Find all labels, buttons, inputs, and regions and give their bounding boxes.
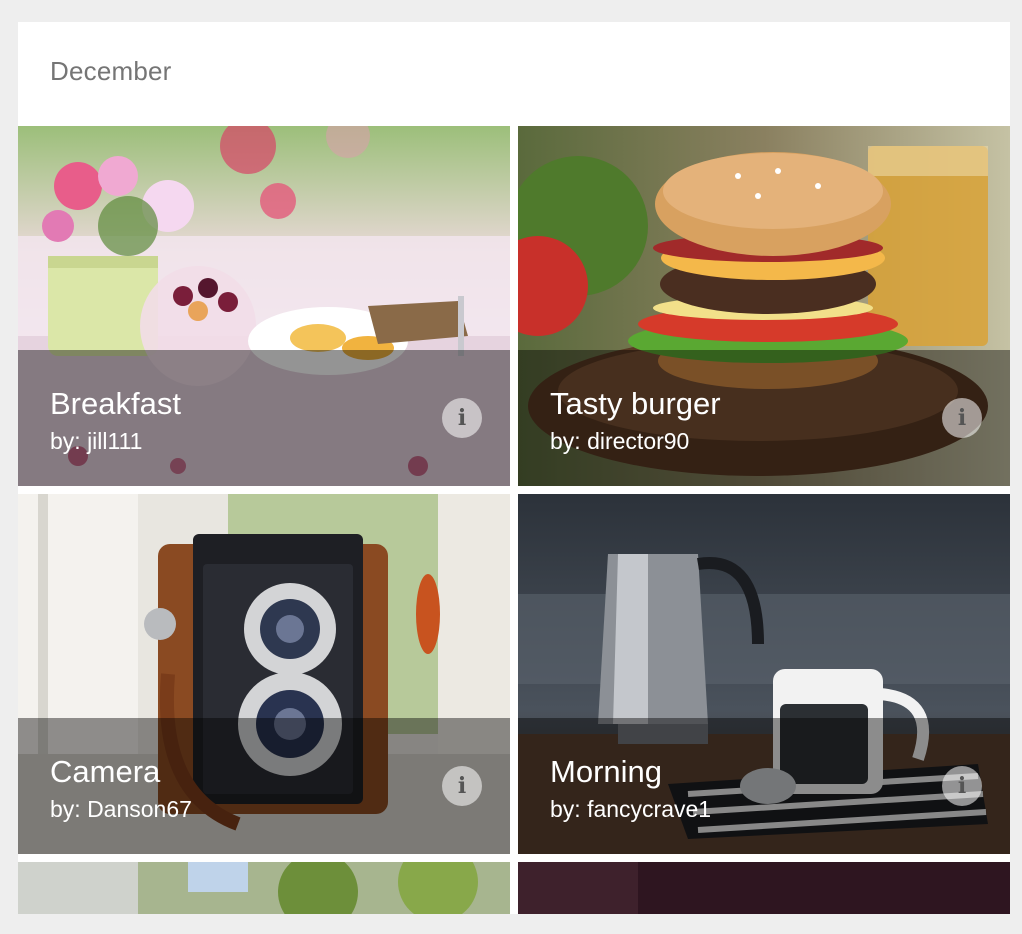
tile-titlebar: Camera by: Danson67 i — [18, 718, 510, 854]
grid-tile-morning[interactable]: Morning by: fancycrave1 i — [518, 494, 1010, 854]
tile-title: Morning — [550, 754, 662, 789]
tile-title: Tasty burger — [550, 386, 721, 421]
info-icon[interactable]: i — [942, 766, 982, 806]
subheader-label: December — [50, 56, 172, 86]
info-icon[interactable]: i — [942, 398, 982, 438]
tile-author: by: jill111 — [50, 428, 143, 454]
grid-tile-breakfast[interactable]: Breakfast by: jill111 i — [18, 126, 510, 486]
tile-author: by: Danson67 — [50, 796, 192, 822]
tile-titlebar: Tasty burger by: director90 i — [518, 350, 1010, 486]
tile-author: by: director90 — [550, 428, 690, 454]
info-icon[interactable]: i — [442, 766, 482, 806]
grid-tile-partial[interactable] — [518, 862, 1010, 914]
tile-titlebar: Breakfast by: jill111 i — [18, 350, 510, 486]
grid-tile-tasty-burger[interactable]: Tasty burger by: director90 i — [518, 126, 1010, 486]
grid-subheader: December — [18, 22, 1010, 126]
tile-titlebar: Morning by: fancycrave1 i — [518, 718, 1010, 854]
grid-tile-partial[interactable] — [18, 862, 510, 914]
tile-title: Camera — [50, 754, 161, 789]
tile-author: by: fancycrave1 — [550, 796, 712, 822]
info-icon[interactable]: i — [442, 398, 482, 438]
grid-tile-camera[interactable]: Camera by: Danson67 i — [18, 494, 510, 854]
tile-title: Breakfast — [50, 386, 181, 421]
dark-purple-photo — [518, 862, 1010, 914]
outdoor-trees-photo — [18, 862, 510, 914]
image-grid-list: December Breakfast by: jill111 i Tasty b… — [18, 22, 1010, 914]
